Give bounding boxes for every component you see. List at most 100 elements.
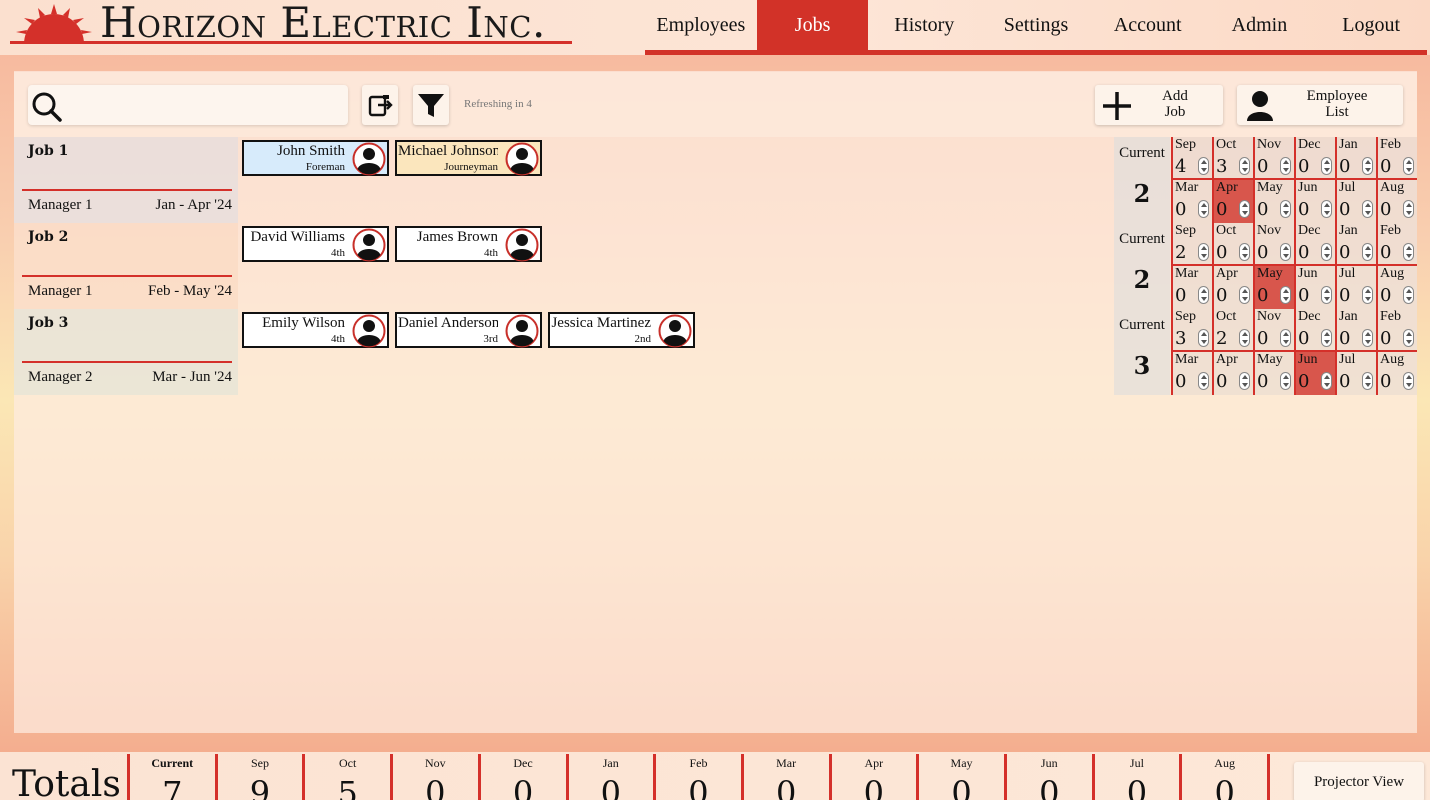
employee-card[interactable]: David Williams 4th [242,226,389,262]
employee-card[interactable]: Jessica Martinez 2nd [548,312,695,348]
month-cell[interactable]: Sep 3 [1171,309,1212,352]
stepper-icon[interactable] [1362,372,1373,390]
month-value[interactable]: 3 [1175,328,1186,349]
month-cell[interactable]: Nov 0 [1253,309,1294,352]
stepper-icon[interactable] [1280,372,1291,390]
stepper-icon[interactable] [1321,372,1332,390]
month-value[interactable]: 0 [1257,371,1268,392]
nav-history[interactable]: History [868,0,980,50]
month-cell[interactable]: Sep 2 [1171,223,1212,266]
month-value[interactable]: 0 [1339,242,1350,263]
brand-logo[interactable]: Horizon Electric Inc. [8,0,573,50]
month-value[interactable]: 2 [1175,242,1186,263]
stepper-icon[interactable] [1280,329,1291,347]
month-cell[interactable]: Oct 2 [1212,309,1253,352]
month-cell[interactable]: Dec 0 [1294,223,1335,266]
month-cell[interactable]: Aug 0 [1376,352,1417,395]
month-cell[interactable]: Apr 0 [1212,266,1253,309]
month-cell[interactable]: May 0 [1253,266,1294,309]
stepper-icon[interactable] [1362,200,1373,218]
month-value[interactable]: 0 [1175,285,1186,306]
employee-list-button[interactable]: Employee List [1237,85,1403,125]
month-cell[interactable]: May 0 [1253,352,1294,395]
nav-logout[interactable]: Logout [1315,0,1427,50]
month-value[interactable]: 0 [1257,199,1268,220]
month-cell[interactable]: Jan 0 [1335,223,1376,266]
stepper-icon[interactable] [1239,243,1250,261]
month-cell[interactable]: Nov 0 [1253,137,1294,180]
stepper-icon[interactable] [1198,243,1209,261]
month-cell[interactable]: Dec 0 [1294,137,1335,180]
stepper-icon[interactable] [1403,243,1414,261]
month-value[interactable]: 4 [1175,156,1186,177]
month-value[interactable]: 0 [1298,242,1309,263]
month-cell[interactable]: Mar 0 [1171,266,1212,309]
month-cell[interactable]: Mar 0 [1171,180,1212,223]
month-value[interactable]: 0 [1339,156,1350,177]
stepper-icon[interactable] [1280,243,1291,261]
stepper-icon[interactable] [1362,329,1373,347]
month-cell[interactable]: Oct 3 [1212,137,1253,180]
stepper-icon[interactable] [1198,200,1209,218]
month-value[interactable]: 0 [1298,156,1309,177]
month-value[interactable]: 0 [1380,156,1391,177]
stepper-icon[interactable] [1239,286,1250,304]
stepper-icon[interactable] [1198,372,1209,390]
month-value[interactable]: 0 [1380,285,1391,306]
search-input[interactable] [28,85,348,125]
month-value[interactable]: 2 [1216,328,1227,349]
month-value[interactable]: 3 [1216,156,1227,177]
month-value[interactable]: 0 [1257,328,1268,349]
month-cell[interactable]: Jul 0 [1335,180,1376,223]
month-cell[interactable]: Jun 0 [1294,352,1335,395]
month-cell[interactable]: Jan 0 [1335,137,1376,180]
nav-account[interactable]: Account [1092,0,1204,50]
add-job-button[interactable]: Add Job [1095,85,1223,125]
month-cell[interactable]: Jun 0 [1294,180,1335,223]
nav-settings[interactable]: Settings [980,0,1092,50]
employee-card[interactable]: Daniel Anderson 3rd [395,312,542,348]
month-cell[interactable]: Sep 4 [1171,137,1212,180]
stepper-icon[interactable] [1321,200,1332,218]
stepper-icon[interactable] [1198,157,1209,175]
stepper-icon[interactable] [1403,286,1414,304]
employee-card[interactable]: Emily Wilson 4th [242,312,389,348]
month-cell[interactable]: May 0 [1253,180,1294,223]
stepper-icon[interactable] [1362,286,1373,304]
nav-jobs[interactable]: Jobs [756,0,869,50]
job-info[interactable]: Job 1 Manager 1 Jan - Apr '24 [14,137,238,223]
stepper-icon[interactable] [1280,200,1291,218]
stepper-icon[interactable] [1362,243,1373,261]
nav-employees[interactable]: Employees [645,0,757,50]
employee-card[interactable]: John Smith Foreman [242,140,389,176]
month-value[interactable]: 0 [1257,285,1268,306]
stepper-icon[interactable] [1403,200,1414,218]
month-cell[interactable]: Feb 0 [1376,223,1417,266]
stepper-icon[interactable] [1321,157,1332,175]
month-value[interactable]: 0 [1339,285,1350,306]
month-value[interactable]: 0 [1339,371,1350,392]
month-cell[interactable]: Dec 0 [1294,309,1335,352]
month-value[interactable]: 0 [1380,371,1391,392]
stepper-icon[interactable] [1239,157,1250,175]
month-cell[interactable]: Mar 0 [1171,352,1212,395]
month-value[interactable]: 0 [1380,242,1391,263]
nav-admin[interactable]: Admin [1204,0,1316,50]
month-cell[interactable]: Jan 0 [1335,309,1376,352]
month-value[interactable]: 0 [1175,371,1186,392]
month-value[interactable]: 0 [1380,199,1391,220]
month-value[interactable]: 0 [1339,328,1350,349]
projector-view-button[interactable]: Projector View [1294,762,1424,800]
month-cell[interactable]: Jul 0 [1335,266,1376,309]
month-cell[interactable]: Feb 0 [1376,309,1417,352]
month-cell[interactable]: Jul 0 [1335,352,1376,395]
job-info[interactable]: Job 3 Manager 2 Mar - Jun '24 [14,309,238,395]
month-value[interactable]: 0 [1216,199,1227,220]
month-value[interactable]: 0 [1257,156,1268,177]
stepper-icon[interactable] [1403,157,1414,175]
month-cell[interactable]: Nov 0 [1253,223,1294,266]
job-info[interactable]: Job 2 Manager 1 Feb - May '24 [14,223,238,309]
month-cell[interactable]: Oct 0 [1212,223,1253,266]
month-value[interactable]: 0 [1216,242,1227,263]
month-value[interactable]: 0 [1257,242,1268,263]
